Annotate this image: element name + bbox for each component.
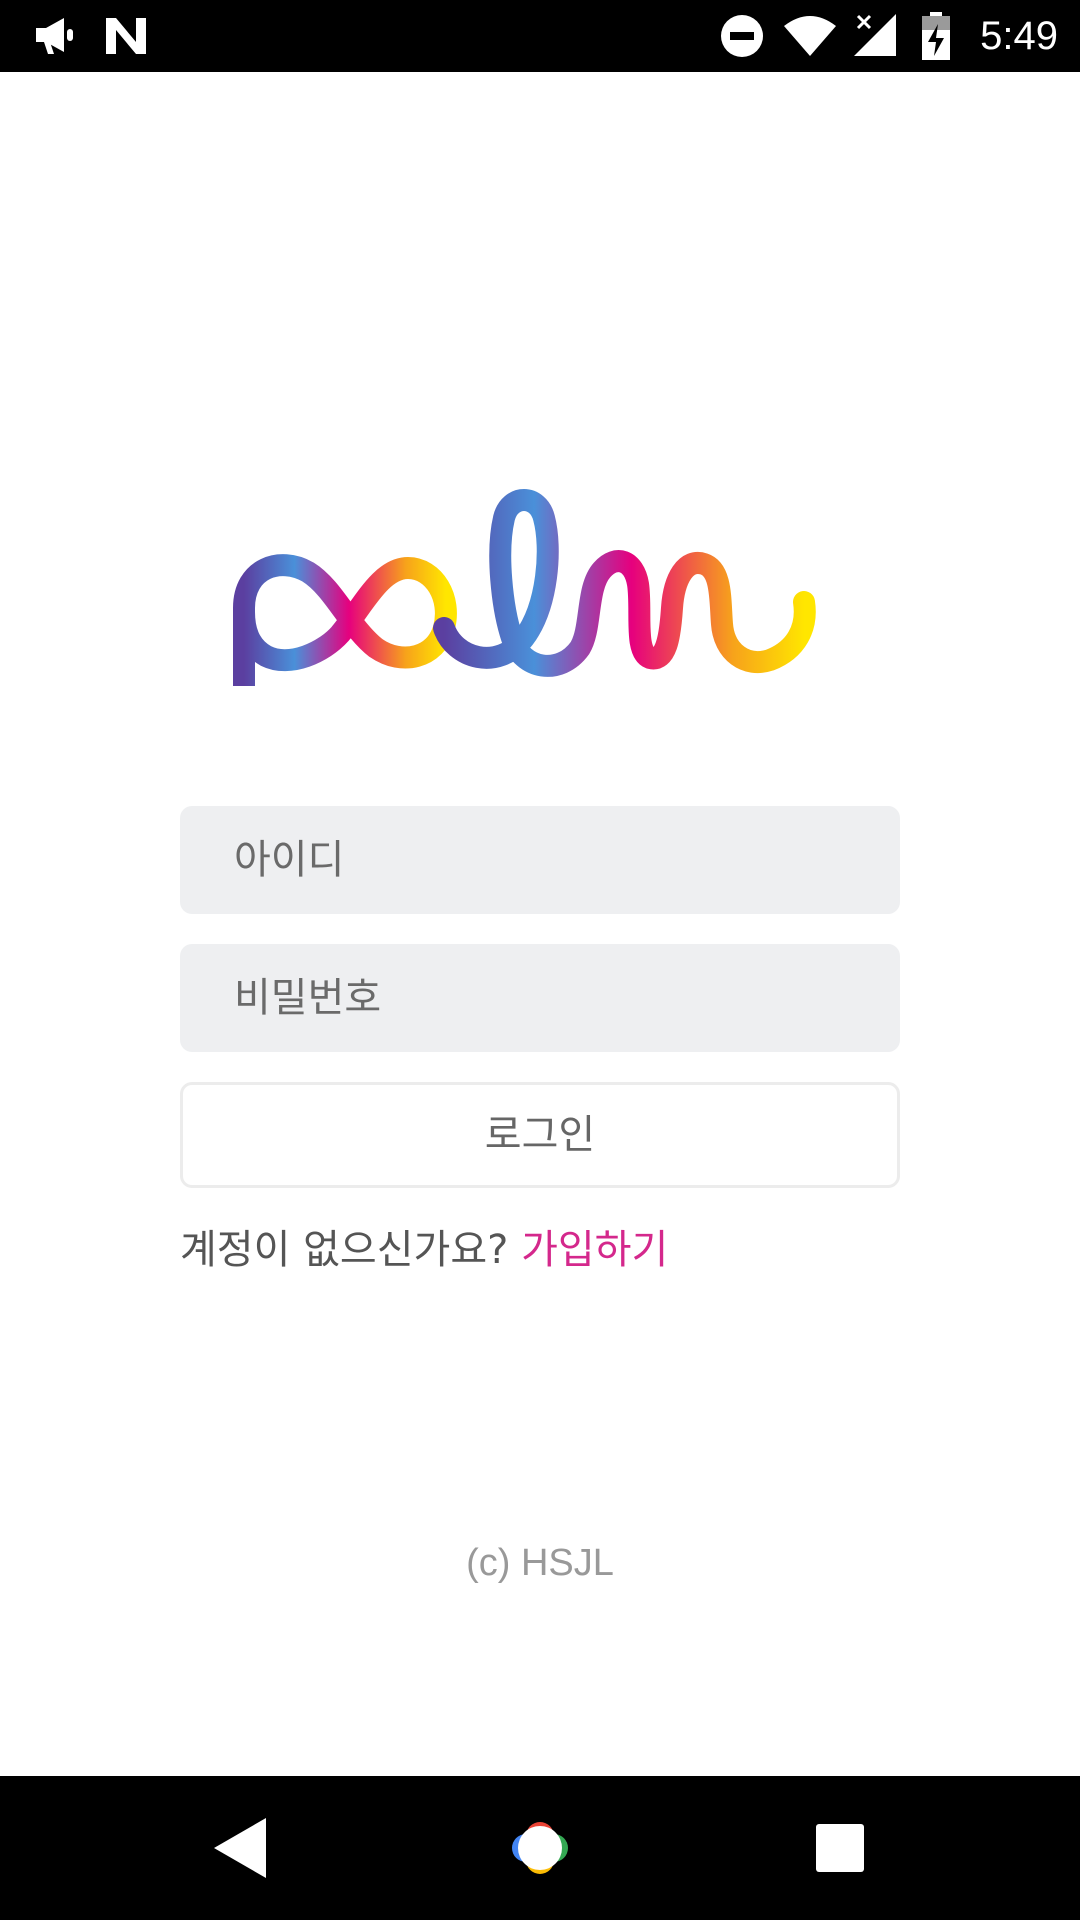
palm-logo	[233, 489, 816, 686]
password-input[interactable]: 비밀번호	[180, 944, 900, 1052]
password-placeholder: 비밀번호	[234, 975, 382, 1021]
status-bar: 5:49	[0, 0, 1080, 72]
recents-button[interactable]	[760, 1776, 920, 1920]
battery-charging-icon	[922, 12, 950, 60]
status-time: 5:49	[980, 14, 1058, 58]
megaphone-icon	[36, 18, 73, 54]
signup-prompt: 계정이 없으신가요?	[180, 1227, 509, 1273]
signup-line: 계정이 없으신가요? 가입하기	[180, 1222, 668, 1278]
signup-link[interactable]: 가입하기	[521, 1227, 668, 1273]
wifi-icon	[784, 16, 836, 56]
home-button[interactable]	[460, 1776, 620, 1920]
do-not-disturb-icon	[721, 15, 763, 57]
id-placeholder: 아이디	[234, 837, 345, 883]
recents-icon	[816, 1824, 864, 1872]
copyright-text: (c) HSJL	[466, 1542, 614, 1584]
home-icon	[512, 1822, 568, 1874]
cell-signal-off-icon	[854, 14, 896, 56]
navigation-bar	[0, 1776, 1080, 1920]
back-button[interactable]	[160, 1776, 320, 1920]
login-button[interactable]: 로그인	[180, 1082, 900, 1188]
id-input[interactable]: 아이디	[180, 806, 900, 914]
back-icon	[214, 1818, 266, 1878]
n-notification-icon	[106, 18, 146, 54]
